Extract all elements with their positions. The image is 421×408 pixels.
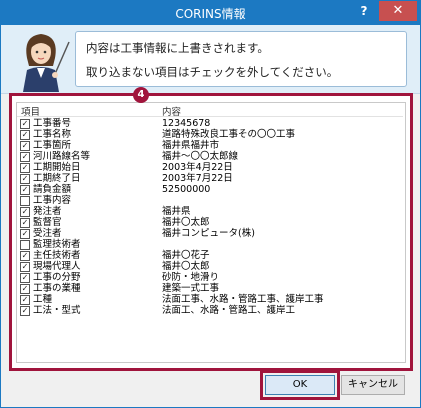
list-item[interactable]: ✓ 受注者 福井コンピュータ(株) <box>17 228 403 239</box>
column-header-item[interactable]: 項目 <box>21 104 40 118</box>
row-value: 福井〇花子 <box>162 250 210 261</box>
list-item[interactable]: ✓ 現場代理人 福井〇太郎 <box>17 261 403 272</box>
row-value: 52500000 <box>162 184 211 195</box>
row-value: 福井県福井市 <box>162 140 220 151</box>
row-checkbox[interactable]: ✓ <box>20 218 30 228</box>
row-value: 砂防・地滑り <box>162 272 220 283</box>
row-item: 工事の業種 <box>33 283 81 294</box>
row-value: 12345678 <box>162 118 211 129</box>
row-item: 工事番号 <box>33 118 72 129</box>
row-item: 工事箇所 <box>33 140 72 151</box>
list-item[interactable]: ✓ 工種 法面工事、水路・管路工事、護岸工事 <box>17 294 403 305</box>
cancel-button[interactable]: キャンセル <box>341 375 405 395</box>
list-item[interactable]: ✓ 請負金額 52500000 <box>17 184 403 195</box>
row-item: 発注者 <box>33 206 62 217</box>
list-item[interactable]: ✓ 河川路線名等 福井～〇〇太郎線 <box>17 151 403 162</box>
message-bubble: 内容は工事情報に上書きされます。 取り込まない項目はチェックを外してください。 <box>75 31 407 87</box>
list-item[interactable]: ✓ 主任技術者 福井〇花子 <box>17 250 403 261</box>
list-item[interactable]: ✓ 工事の業種 建築一式工事 <box>17 283 403 294</box>
row-value: 福井～〇〇太郎線 <box>162 151 239 162</box>
row-value: 福井〇太郎 <box>162 217 210 228</box>
row-item: 請負金額 <box>33 184 72 195</box>
highlight-frame-list: 項目 内容 ✓ 工事番号 12345678 ✓ 工事名称 道路特殊改良工事その〇… <box>9 93 413 371</box>
row-value: 法面工、水路・管路工、護岸工 <box>162 305 296 316</box>
list-item[interactable]: 工事内容 <box>17 195 403 206</box>
row-item: 工期終了日 <box>33 173 81 184</box>
help-button[interactable]: ? <box>351 1 377 21</box>
row-item: 河川路線名等 <box>33 151 91 162</box>
row-checkbox[interactable]: ✓ <box>20 262 30 272</box>
list-item[interactable]: ✓ 工事番号 12345678 <box>17 118 403 129</box>
message-line-1: 内容は工事情報に上書きされます。 <box>86 41 269 55</box>
list-item[interactable]: ✓ 監督官 福井〇太郎 <box>17 217 403 228</box>
row-value: 福井コンピュータ(株) <box>162 228 255 239</box>
row-value: 道路特殊改良工事その〇〇工事 <box>162 129 296 140</box>
list-header: 項目 内容 <box>17 103 403 118</box>
row-item: 受注者 <box>33 228 62 239</box>
dialog-window: CORINS情報 ? ✕ 内容は工事情報に上書きされます。 取り込まない項目はチ… <box>0 0 421 408</box>
row-checkbox[interactable]: ✓ <box>20 207 30 217</box>
row-checkbox[interactable]: ✓ <box>20 163 30 173</box>
list-item[interactable]: ✓ 工事箇所 福井県福井市 <box>17 140 403 151</box>
row-checkbox[interactable]: ✓ <box>20 174 30 184</box>
list-item[interactable]: ✓ 工期終了日 2003年7月22日 <box>17 173 403 184</box>
row-value: 福井〇太郎 <box>162 261 210 272</box>
row-item: 工期開始日 <box>33 162 81 173</box>
column-header-value[interactable]: 内容 <box>162 104 181 118</box>
row-checkbox[interactable]: ✓ <box>20 152 30 162</box>
list-item[interactable]: ✓ 発注者 福井県 <box>17 206 403 217</box>
list-item[interactable]: ✓ 工期開始日 2003年4月22日 <box>17 162 403 173</box>
row-value: 2003年7月22日 <box>162 173 233 184</box>
row-value: 建築一式工事 <box>162 283 220 294</box>
row-checkbox[interactable]: ✓ <box>20 119 30 129</box>
row-checkbox[interactable]: ✓ <box>20 295 30 305</box>
title-bar[interactable]: CORINS情報 ? ✕ <box>1 1 420 25</box>
row-item: 工事名称 <box>33 129 72 140</box>
row-checkbox[interactable]: ✓ <box>20 251 30 261</box>
row-value: 福井県 <box>162 206 191 217</box>
row-checkbox[interactable]: ✓ <box>20 306 30 316</box>
row-checkbox[interactable] <box>20 196 30 206</box>
assistant-avatar-icon <box>23 34 70 92</box>
row-checkbox[interactable]: ✓ <box>20 141 30 151</box>
row-checkbox[interactable] <box>20 240 30 250</box>
list-item[interactable]: ✓ 工事名称 道路特殊改良工事その〇〇工事 <box>17 129 403 140</box>
ok-button[interactable]: OK <box>265 375 335 395</box>
row-item: 監督官 <box>33 217 62 228</box>
list-item[interactable]: ✓ 工法・型式 法面工、水路・管路工、護岸工 <box>17 305 403 316</box>
row-item: 工事内容 <box>33 195 72 206</box>
message-line-2: 取り込まない項目はチェックを外してください。 <box>86 65 339 79</box>
list-item[interactable]: 監理技術者 <box>17 239 403 250</box>
row-checkbox[interactable]: ✓ <box>20 130 30 140</box>
row-checkbox[interactable]: ✓ <box>20 185 30 195</box>
item-list[interactable]: 項目 内容 ✓ 工事番号 12345678 ✓ 工事名称 道路特殊改良工事その〇… <box>16 102 406 363</box>
row-item: 工事の分野 <box>33 272 81 283</box>
list-item[interactable]: ✓ 工事の分野 砂防・地滑り <box>17 272 403 283</box>
row-item: 現場代理人 <box>33 261 81 272</box>
close-button[interactable]: ✕ <box>379 1 417 21</box>
row-item: 工種 <box>33 294 53 305</box>
row-value: 法面工事、水路・管路工事、護岸工事 <box>162 294 324 305</box>
row-checkbox[interactable]: ✓ <box>20 273 30 283</box>
info-banner: 内容は工事情報に上書きされます。 取り込まない項目はチェックを外してください。 <box>1 25 420 94</box>
row-value: 2003年4月22日 <box>162 162 233 173</box>
row-checkbox[interactable]: ✓ <box>20 284 30 294</box>
row-item: 監理技術者 <box>33 239 81 250</box>
row-checkbox[interactable]: ✓ <box>20 229 30 239</box>
step-badge: 4 <box>133 87 149 103</box>
row-item: 工法・型式 <box>33 305 81 316</box>
row-item: 主任技術者 <box>33 250 81 261</box>
